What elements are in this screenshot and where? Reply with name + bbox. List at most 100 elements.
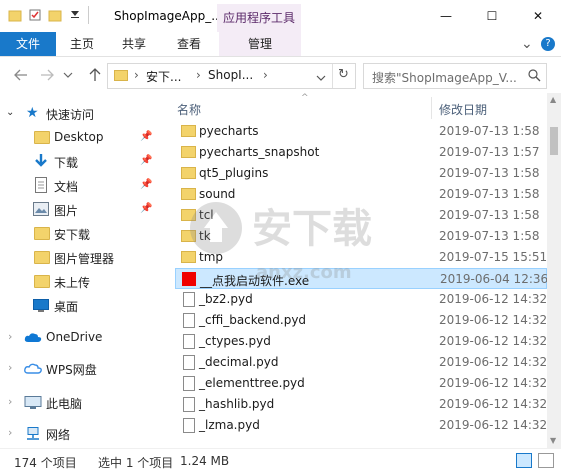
list-item[interactable]: _lzma.pyd 2019-06-12 14:32 xyxy=(175,415,547,436)
large-icons-view-icon[interactable] xyxy=(538,453,554,468)
list-item[interactable]: pyecharts 2019-07-13 1:58 xyxy=(175,121,547,142)
close-icon: ✕ xyxy=(532,9,544,23)
nav-label: 未上传 xyxy=(54,276,91,290)
back-button[interactable] xyxy=(12,66,30,84)
nav-item-desktop-cn[interactable]: 桌面 xyxy=(0,295,163,317)
nav-label: 图片管理器 xyxy=(54,252,115,266)
nav-item-this-pc[interactable]: › 此电脑 xyxy=(0,392,163,414)
scroll-up-icon[interactable]: ▲ xyxy=(550,95,556,104)
column-separator[interactable] xyxy=(431,97,432,119)
recent-locations-button[interactable] xyxy=(62,66,74,84)
network-icon xyxy=(24,427,42,444)
nav-item-not-uploaded[interactable]: 未上传 xyxy=(0,271,163,293)
up-button[interactable] xyxy=(86,66,104,84)
scroll-down-icon[interactable]: ▼ xyxy=(550,436,556,445)
folder-icon xyxy=(181,230,196,242)
customize-quick-access-icon[interactable] xyxy=(68,6,82,20)
nav-quick-access[interactable]: ⌄ ★ 快速访问 xyxy=(0,103,163,125)
nav-item-documents[interactable]: 文档 📌 xyxy=(0,175,163,197)
expand-icon[interactable]: › xyxy=(8,426,12,439)
nav-item-network[interactable]: › 网络 xyxy=(0,423,163,445)
nav-item-anxiazai[interactable]: 安下载 xyxy=(0,223,163,245)
properties-icon[interactable] xyxy=(28,8,42,22)
file-icon xyxy=(183,313,195,328)
expand-icon[interactable]: ⌄ xyxy=(6,107,14,118)
tab-file[interactable]: 文件 xyxy=(0,32,56,56)
list-item[interactable]: _ctypes.pyd 2019-06-12 14:32 xyxy=(175,331,547,352)
details-view-icon[interactable] xyxy=(516,453,532,468)
window-title: ShopImageApp_... xyxy=(114,9,223,23)
list-item[interactable]: tk 2019-07-13 1:58 xyxy=(175,226,547,247)
nav-item-pictures[interactable]: 图片 📌 xyxy=(0,199,163,221)
list-item[interactable]: _bz2.pyd 2019-06-12 14:32 xyxy=(175,289,547,310)
list-item[interactable]: _decimal.pyd 2019-06-12 14:32 xyxy=(175,352,547,373)
list-item[interactable]: qt5_plugins 2019-07-13 1:58 xyxy=(175,163,547,184)
address-dropdown-icon[interactable] xyxy=(316,71,326,85)
file-date: 2019-06-04 12:36 xyxy=(440,272,547,286)
expand-icon[interactable]: › xyxy=(8,330,12,343)
list-item[interactable]: sound 2019-07-13 1:58 xyxy=(175,184,547,205)
list-item[interactable]: tmp 2019-07-15 15:51 xyxy=(175,247,547,268)
nav-label: 此电脑 xyxy=(46,397,83,411)
context-tab-label: 应用程序工具 xyxy=(223,11,296,25)
expand-ribbon-icon[interactable]: ⌄ xyxy=(521,36,533,52)
maximize-button[interactable]: ☐ xyxy=(469,0,515,32)
nav-item-downloads[interactable]: 下载 📌 xyxy=(0,151,163,173)
list-item[interactable]: __点我启动软件.exe 2019-06-04 12:36 xyxy=(175,268,547,289)
forward-button[interactable] xyxy=(38,66,56,84)
list-item[interactable]: _elementtree.pyd 2019-06-12 14:32 xyxy=(175,373,547,394)
column-date[interactable]: 修改日期 xyxy=(439,101,487,118)
file-name: _hashlib.pyd xyxy=(199,397,275,411)
tab-manage[interactable]: 管理 xyxy=(219,32,301,56)
file-date: 2019-07-15 15:51 xyxy=(439,250,547,264)
breadcrumb-item[interactable]: ShopI... xyxy=(208,68,253,82)
tab-home[interactable]: 主页 xyxy=(60,32,104,56)
breadcrumb-item[interactable]: 安下... xyxy=(146,68,181,85)
list-item[interactable]: _hashlib.pyd 2019-06-12 14:32 xyxy=(175,394,547,415)
file-name: qt5_plugins xyxy=(199,166,269,180)
file-icon xyxy=(183,397,195,412)
address-bar[interactable]: › 安下... › ShopI... › ↻ xyxy=(107,63,356,89)
nav-item-desktop[interactable]: Desktop 📌 xyxy=(0,127,163,149)
forward-arrow-icon xyxy=(41,69,54,81)
nav-item-onedrive[interactable]: › OneDrive xyxy=(0,327,163,349)
back-arrow-icon xyxy=(14,69,27,81)
nav-item-wps-cloud[interactable]: › WPS网盘 xyxy=(0,358,163,380)
minimize-button[interactable]: — xyxy=(423,0,469,32)
file-date: 2019-06-12 14:32 xyxy=(439,334,547,348)
file-date: 2019-06-12 14:32 xyxy=(439,313,547,327)
help-icon[interactable]: ? xyxy=(541,37,555,51)
expand-icon[interactable]: › xyxy=(8,361,12,374)
search-icon[interactable] xyxy=(528,69,541,85)
nav-label: OneDrive xyxy=(46,330,103,344)
file-date: 2019-07-13 1:57 xyxy=(439,145,540,159)
search-box[interactable]: 搜索"ShopImageApp_V... xyxy=(363,63,547,89)
expand-icon[interactable]: › xyxy=(8,395,12,408)
file-name: __点我启动软件.exe xyxy=(200,274,310,288)
refresh-icon[interactable]: ↻ xyxy=(338,67,349,82)
close-button[interactable]: ✕ xyxy=(515,0,561,32)
pin-icon: 📌 xyxy=(140,131,153,142)
star-icon: ★ xyxy=(26,105,39,121)
up-arrow-icon xyxy=(89,68,101,81)
folder-icon xyxy=(181,167,196,179)
search-input[interactable]: 搜索"ShopImageApp_V... xyxy=(372,69,517,86)
column-header: ^ 名称 修改日期 xyxy=(167,93,547,121)
list-item[interactable]: tcl 2019-07-13 1:58 xyxy=(175,205,547,226)
tab-view[interactable]: 查看 xyxy=(164,32,214,56)
file-name: _decimal.pyd xyxy=(199,355,279,369)
scrollbar-thumb[interactable] xyxy=(550,127,558,155)
nav-item-image-manager[interactable]: 图片管理器 xyxy=(0,247,163,269)
new-folder-icon[interactable] xyxy=(48,8,62,22)
file-icon xyxy=(183,355,195,370)
column-name[interactable]: 名称 xyxy=(177,101,201,118)
status-selected: 选中 1 个项目 xyxy=(98,456,174,470)
tab-share[interactable]: 共享 xyxy=(112,32,156,56)
list-item[interactable]: _cffi_backend.pyd 2019-06-12 14:32 xyxy=(175,310,547,331)
file-date: 2019-07-13 1:58 xyxy=(439,124,540,138)
file-icon xyxy=(183,292,195,307)
nav-label: 下载 xyxy=(54,156,79,170)
vertical-scrollbar[interactable]: ▲ ▼ xyxy=(547,93,561,448)
list-item[interactable]: pyecharts_snapshot 2019-07-13 1:57 xyxy=(175,142,547,163)
picture-icon xyxy=(33,202,49,219)
